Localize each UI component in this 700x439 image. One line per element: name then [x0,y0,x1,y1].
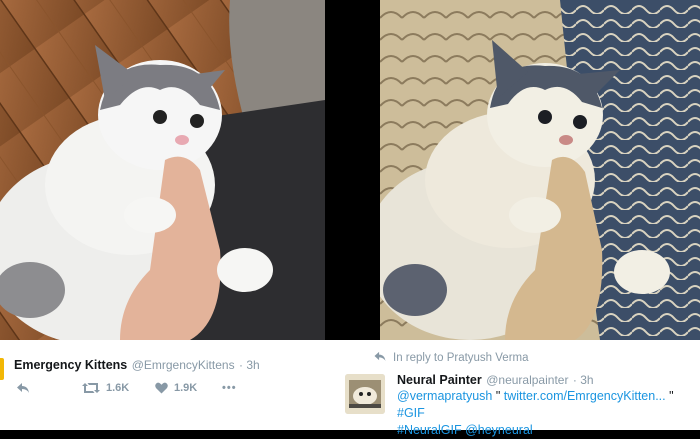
avatar[interactable] [0,358,4,380]
neural-painter-avatar-image [345,374,385,414]
more-options-button[interactable]: ••• [222,382,237,394]
like-button[interactable]: 1.9K [155,382,197,394]
like-count: 1.9K [174,382,198,394]
retweet-button[interactable]: 1.6K [82,382,129,394]
hashtag-neuralgif[interactable]: #NeuralGIF [397,423,462,437]
tweet-text: @vermapratyush " twitter.com/EmrgencyKit… [397,388,695,439]
hashtag-gif[interactable]: #GIF [397,406,425,420]
reply-context-text: In reply to Pratyush Verma [393,352,529,364]
retweet-count: 1.6K [106,382,130,394]
avatar[interactable] [345,374,385,414]
url-link[interactable]: twitter.com/EmrgencyKitten... [504,389,666,403]
author-handle[interactable]: @EmrgencyKittens [132,358,235,372]
author-name[interactable]: Neural Painter [397,373,482,387]
tweet-emergency-kittens[interactable]: Emergency Kittens @EmrgencyKittens · 3h … [0,340,325,430]
reply-icon [17,383,29,393]
quote-close: " [665,389,674,403]
tweet-neural-painter[interactable]: In reply to Pratyush Verma Neural Painte… [325,340,700,437]
mention-heyneural[interactable]: @heyneural [465,423,533,437]
reply-icon [374,351,386,362]
author-handle[interactable]: @neuralpainter [486,373,568,387]
more-icon: ••• [222,382,237,394]
tweet-actions: 1.6K 1.9K ••• [14,382,254,400]
mention-link[interactable]: @vermapratyush [397,389,492,403]
retweet-icon [82,383,100,393]
heart-icon [155,382,168,394]
tweet-time[interactable]: · 3h [239,358,260,372]
kitten-photo-image [0,0,325,340]
original-kitten-photo[interactable] [0,0,325,340]
painted-kitten-image [380,0,700,340]
reply-context[interactable]: In reply to Pratyush Verma [373,351,529,364]
tweet-time[interactable]: · 3h [573,373,594,387]
quote-open: " [492,389,504,403]
neural-painting-photo[interactable] [380,0,700,340]
reply-button[interactable] [16,382,30,394]
author-name[interactable]: Emergency Kittens [14,358,127,372]
